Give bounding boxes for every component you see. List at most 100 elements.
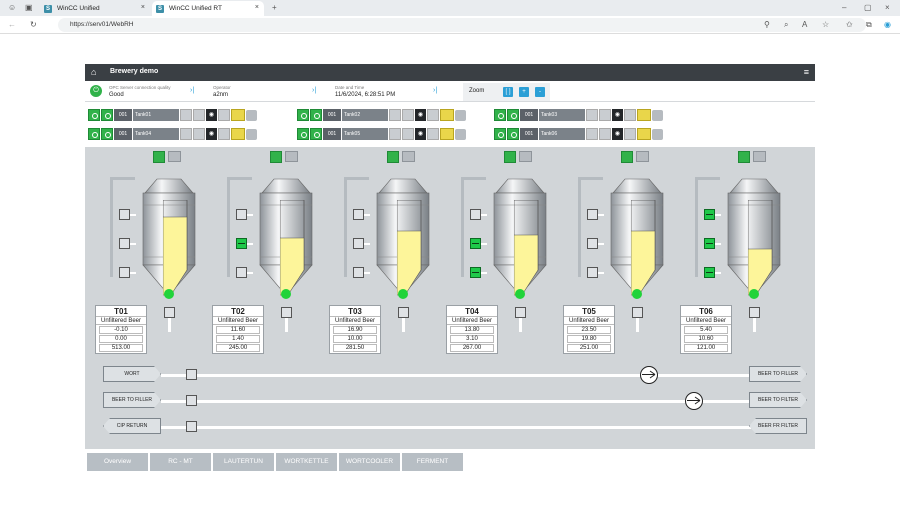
settings-icon[interactable] — [180, 128, 192, 140]
pump-icon[interactable] — [640, 366, 658, 384]
inlet-valve[interactable] — [119, 267, 130, 278]
alarm-icon[interactable] — [231, 109, 245, 121]
menu-icon[interactable]: ≡ — [804, 67, 809, 77]
tank-faceplate-05[interactable]: 001 Tank05 ◉ — [297, 127, 466, 141]
tank-mode-button[interactable] — [738, 151, 750, 163]
inlet-valve[interactable] — [704, 209, 715, 220]
info-icon[interactable] — [246, 128, 257, 140]
outlet-valve[interactable] — [749, 307, 760, 318]
browser-tab-1[interactable]: S WinCC Unified × — [40, 1, 150, 16]
zoom-icon[interactable]: ⌕ — [784, 20, 788, 30]
inlet-valve[interactable] — [353, 209, 364, 220]
nav-button-ferment[interactable]: FERMENT — [402, 453, 463, 471]
reload-icon[interactable]: ↻ — [30, 20, 37, 30]
outlet-valve[interactable] — [398, 307, 409, 318]
line-source-tag[interactable]: WORT — [103, 366, 161, 382]
alarm-icon[interactable] — [440, 128, 454, 140]
warning-icon[interactable] — [193, 128, 205, 140]
eye-icon[interactable]: ◉ — [612, 109, 623, 121]
settings-icon[interactable] — [586, 109, 598, 121]
line-valve[interactable] — [186, 421, 197, 432]
collections-icon[interactable]: ▣ — [25, 3, 33, 13]
warning-icon[interactable] — [599, 109, 611, 121]
inlet-valve[interactable] — [470, 267, 481, 278]
alarm-icon[interactable] — [231, 128, 245, 140]
mode-auto-icon[interactable] — [297, 128, 309, 140]
nav-button-wortcooler[interactable]: WORTCOOLER — [339, 453, 400, 471]
read-aloud-icon[interactable]: ⚲ — [764, 20, 770, 30]
nav-button-lautertun[interactable]: LAUTERTUN — [213, 453, 274, 471]
zoom-out-button[interactable]: - — [535, 87, 545, 97]
eye-icon[interactable]: ◉ — [206, 128, 217, 140]
inlet-valve[interactable] — [587, 209, 598, 220]
tank-info-button[interactable] — [519, 151, 532, 162]
inlet-valve[interactable] — [704, 267, 715, 278]
outlet-valve[interactable] — [164, 307, 175, 318]
info-icon[interactable] — [652, 109, 663, 121]
line-source-tag[interactable]: CIP RETURN — [103, 418, 161, 434]
home-icon[interactable]: ⌂ — [91, 67, 96, 77]
tank-info-button[interactable] — [285, 151, 298, 162]
refresh-icon[interactable] — [101, 109, 113, 121]
tank-faceplate-06[interactable]: 001 Tank06 ◉ — [494, 127, 663, 141]
profile-icon[interactable]: ☺ — [8, 3, 16, 13]
inlet-valve[interactable] — [236, 209, 247, 220]
nav-button-overview[interactable]: Overview — [87, 453, 148, 471]
mode-auto-icon[interactable] — [494, 109, 506, 121]
tank-info-button[interactable] — [402, 151, 415, 162]
warning-icon[interactable] — [599, 128, 611, 140]
tank-info-button[interactable] — [636, 151, 649, 162]
expand-icon[interactable]: ›| — [433, 87, 437, 94]
zoom-in-button[interactable]: + — [519, 87, 529, 97]
back-icon[interactable]: ← — [8, 20, 16, 30]
tank-faceplate-01[interactable]: 001 Tank01 ◉ — [88, 108, 257, 122]
maximize-icon[interactable]: ▢ — [864, 3, 872, 13]
inlet-valve[interactable] — [587, 238, 598, 249]
eye-icon[interactable]: ◉ — [415, 109, 426, 121]
line-target-tag[interactable]: BEER FR FILTER — [749, 418, 807, 434]
alarm-icon[interactable] — [637, 109, 651, 121]
settings-icon[interactable] — [389, 128, 401, 140]
inlet-valve[interactable] — [119, 238, 130, 249]
collections-icon[interactable]: ⧉ — [866, 20, 872, 30]
info-icon[interactable] — [455, 109, 466, 121]
nav-button-wortkettle[interactable]: WORTKETTLE — [276, 453, 337, 471]
outlet-valve[interactable] — [632, 307, 643, 318]
warning-icon[interactable] — [402, 128, 414, 140]
refresh-icon[interactable] — [101, 128, 113, 140]
tank-mode-button[interactable] — [387, 151, 399, 163]
tank-mode-button[interactable] — [153, 151, 165, 163]
inlet-valve[interactable] — [470, 238, 481, 249]
close-tab-icon[interactable]: × — [141, 4, 145, 11]
inlet-valve[interactable] — [470, 209, 481, 220]
url-field[interactable]: https://serv01/WebRH — [58, 18, 866, 32]
settings-icon[interactable] — [180, 109, 192, 121]
close-window-icon[interactable]: × — [885, 3, 890, 13]
line-target-tag[interactable]: BEER TO FILTER — [749, 392, 807, 408]
mode-auto-icon[interactable] — [88, 128, 100, 140]
minimize-icon[interactable]: – — [842, 3, 846, 13]
line-source-tag[interactable]: BEER TO FILLER — [103, 392, 161, 408]
tank-info-button[interactable] — [753, 151, 766, 162]
zoom-fit-button[interactable]: [ ] — [503, 87, 513, 97]
settings-icon[interactable] — [586, 128, 598, 140]
inlet-valve[interactable] — [236, 267, 247, 278]
eye-icon[interactable]: ◉ — [206, 109, 217, 121]
eye-icon[interactable]: ◉ — [415, 128, 426, 140]
inlet-valve[interactable] — [119, 209, 130, 220]
settings-icon[interactable] — [389, 109, 401, 121]
refresh-icon[interactable] — [310, 128, 322, 140]
favorites-icon[interactable]: ✩ — [846, 20, 853, 30]
warning-icon[interactable] — [193, 109, 205, 121]
refresh-icon[interactable] — [310, 109, 322, 121]
expand-icon[interactable]: ›| — [312, 87, 316, 94]
tank-info-button[interactable] — [168, 151, 181, 162]
outlet-valve[interactable] — [281, 307, 292, 318]
refresh-icon[interactable] — [507, 109, 519, 121]
line-valve[interactable] — [186, 395, 197, 406]
browser-tab-2[interactable]: S WinCC Unified RT × — [152, 1, 264, 16]
tank-mode-button[interactable] — [504, 151, 516, 163]
inlet-valve[interactable] — [236, 238, 247, 249]
info-icon[interactable] — [455, 128, 466, 140]
eye-icon[interactable]: ◉ — [612, 128, 623, 140]
